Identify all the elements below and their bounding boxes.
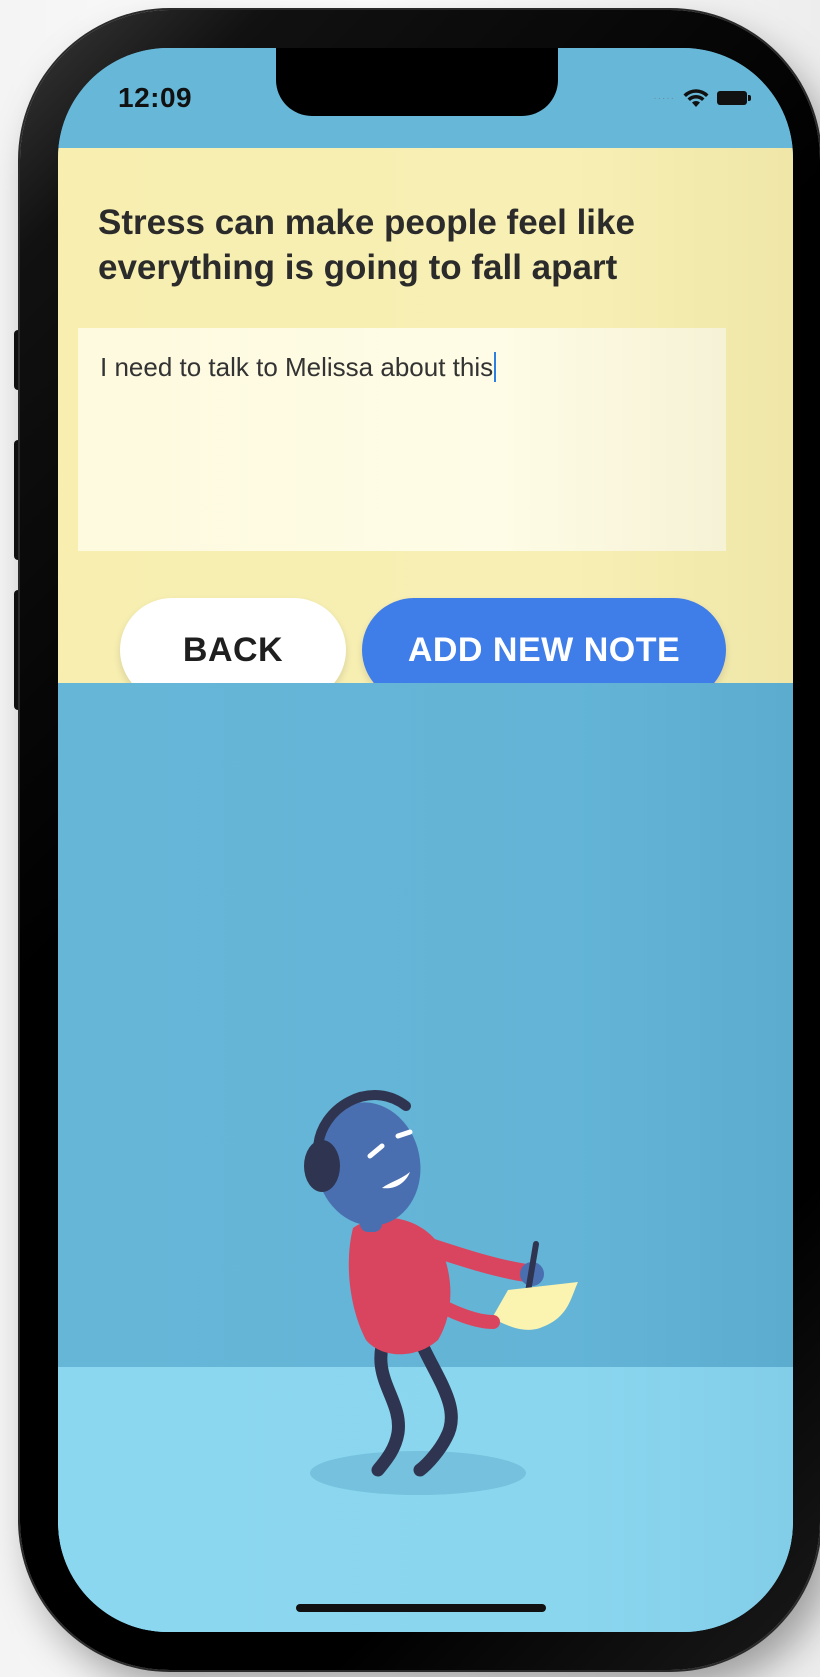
phone-notch (276, 48, 558, 116)
note-text-input[interactable]: I need to talk to Melissa about this (78, 328, 726, 551)
phone-screen: 12:09 ····· Stress can make people feel … (58, 48, 793, 1632)
note-panel: Stress can make people feel like everyth… (58, 148, 793, 702)
app-stage: 12:09 ····· Stress can make people feel … (0, 0, 820, 1677)
illustration-scene (58, 683, 793, 1632)
prompt-title: Stress can make people feel like everyth… (98, 203, 635, 287)
signal-dots-icon: ····· (653, 92, 675, 104)
battery-icon (717, 91, 751, 105)
headphone-ear-cup (304, 1140, 340, 1192)
note-text-value: I need to talk to Melissa about this (100, 352, 494, 382)
wifi-icon (683, 89, 709, 107)
character-right-leg (411, 1329, 458, 1477)
paper-note-icon (492, 1282, 578, 1330)
text-caret (494, 352, 497, 382)
character-sweater (348, 1217, 451, 1355)
status-icons: ····· (653, 88, 751, 108)
person-writing-note-illustration (304, 1090, 578, 1495)
status-bar: 12:09 ····· (58, 48, 793, 148)
phone-frame: 12:09 ····· Stress can make people feel … (20, 10, 820, 1670)
status-time: 12:09 (118, 82, 193, 113)
home-indicator[interactable] (296, 1604, 546, 1612)
